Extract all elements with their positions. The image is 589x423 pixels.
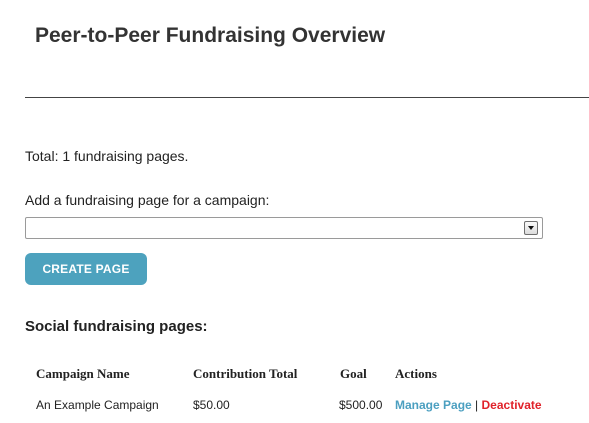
- total-pages-text: Total: 1 fundraising pages.: [25, 148, 189, 164]
- column-header-actions: Actions: [395, 366, 437, 381]
- column-header-goal: Goal: [340, 366, 367, 381]
- manage-page-link[interactable]: Manage Page: [395, 398, 472, 412]
- title-divider: [25, 97, 589, 98]
- action-separator: |: [475, 398, 479, 412]
- column-header-campaign-name: Campaign Name: [36, 366, 130, 381]
- campaign-name-cell: An Example Campaign: [36, 398, 159, 412]
- deactivate-link[interactable]: Deactivate: [482, 398, 542, 412]
- fundraising-overview-page: Peer-to-Peer Fundraising Overview Total:…: [0, 0, 589, 423]
- actions-cell: Manage Page | Deactivate: [395, 398, 542, 412]
- goal-cell: $500.00: [339, 398, 383, 412]
- campaign-select[interactable]: [25, 217, 543, 239]
- contribution-total-cell: $50.00: [193, 398, 230, 412]
- add-page-label: Add a fundraising page for a campaign:: [25, 192, 270, 208]
- chevron-down-icon[interactable]: [524, 221, 538, 235]
- social-pages-heading: Social fundraising pages:: [25, 318, 208, 335]
- column-header-contribution-total: Contribution Total: [193, 366, 298, 381]
- page-title: Peer-to-Peer Fundraising Overview: [35, 24, 386, 47]
- create-page-button[interactable]: CREATE PAGE: [25, 253, 147, 285]
